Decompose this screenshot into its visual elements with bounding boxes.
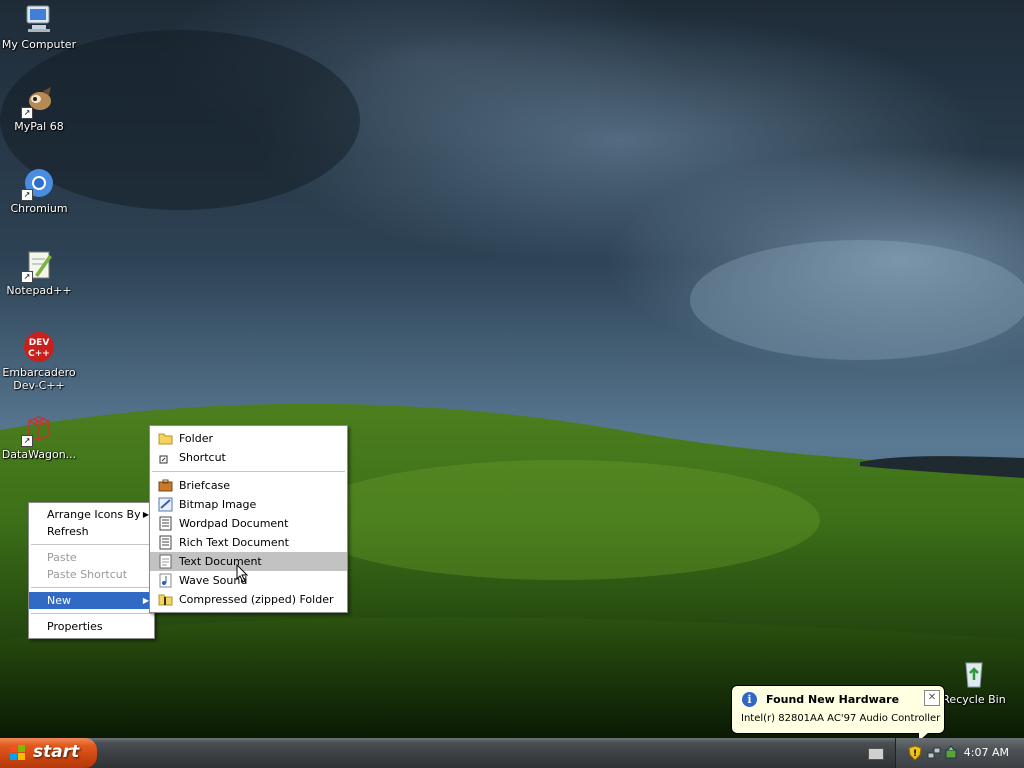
menu-item-label: Paste Shortcut <box>47 568 128 581</box>
balloon-close-button[interactable]: ✕ <box>924 690 940 706</box>
menu-item-label: Shortcut <box>179 451 226 464</box>
menu-item-label: Refresh <box>47 525 89 538</box>
desktop-icon-devcpp[interactable]: DEV C++ Embarcadero Dev-C++ <box>0 331 79 392</box>
mypal-browser-icon: ↗ <box>21 85 55 119</box>
desktop-icon-chromium[interactable]: ↗ Chromium <box>0 167 79 215</box>
menu-item-refresh[interactable]: Refresh <box>29 523 154 540</box>
chromium-icon: ↗ <box>21 167 55 201</box>
shortcut-arrow-icon: ↗ <box>21 435 33 447</box>
new-item-bitmap-image[interactable]: Bitmap Image <box>150 495 347 514</box>
desktop-icon-mypal[interactable]: ↗ MyPal 68 <box>0 85 79 133</box>
desktop-icon-datawagon[interactable]: ↗ DataWagon... <box>0 413 79 461</box>
shortcut-icon <box>158 450 173 465</box>
new-item-folder[interactable]: Folder <box>150 429 347 448</box>
keyboard-language-icon[interactable] <box>868 748 884 760</box>
wave-sound-icon <box>158 573 173 588</box>
network-icon[interactable] <box>927 746 941 760</box>
menu-item-label: Briefcase <box>179 479 231 492</box>
balloon-title: Found New Hardware <box>766 693 900 706</box>
start-button[interactable]: start <box>0 738 97 768</box>
folder-icon <box>158 431 173 446</box>
desktop-icon-label: Notepad++ <box>6 284 72 297</box>
devcpp-icon: DEV C++ <box>23 331 55 363</box>
new-item-rich-text-document[interactable]: Rich Text Document <box>150 533 347 552</box>
balloon-message: Intel(r) 82801AA AC'97 Audio Controller <box>741 713 941 724</box>
desktop-icon-my-computer[interactable]: My Computer <box>0 3 79 51</box>
menu-item-new[interactable]: New ▶ <box>29 592 154 609</box>
desktop-icon-label: Embarcadero Dev-C++ <box>2 366 76 392</box>
windows-logo-icon <box>10 745 26 761</box>
svg-text:C++: C++ <box>28 349 50 359</box>
menu-separator <box>31 544 152 545</box>
menu-item-label: Arrange Icons By <box>47 508 141 521</box>
desktop-icon-label: DataWagon... <box>1 448 77 461</box>
briefcase-icon <box>158 478 173 493</box>
menu-item-label: Bitmap Image <box>179 498 257 511</box>
menu-item-properties[interactable]: Properties <box>29 618 154 635</box>
shortcut-arrow-icon: ↗ <box>21 271 33 283</box>
menu-item-label: Properties <box>47 620 103 633</box>
menu-item-label: New <box>47 594 71 607</box>
new-item-compressed-folder[interactable]: Compressed (zipped) Folder <box>150 590 347 609</box>
computer-icon <box>23 3 55 35</box>
notepad-plus-plus-icon: ↗ <box>21 249 55 283</box>
desktop-icon-label: Chromium <box>10 202 68 215</box>
clock[interactable]: 4:07 AM <box>964 746 1009 759</box>
desktop-icon-label: MyPal 68 <box>14 120 64 133</box>
zip-folder-icon <box>158 592 173 607</box>
info-icon: i <box>742 692 757 707</box>
menu-item-paste: Paste <box>29 549 154 566</box>
menu-item-label: Rich Text Document <box>179 536 289 549</box>
menu-separator <box>31 587 152 588</box>
new-item-shortcut[interactable]: Shortcut <box>150 448 347 467</box>
rich-text-icon <box>158 535 173 550</box>
hardware-notification-balloon[interactable]: i Found New Hardware ✕ Intel(r) 82801AA … <box>731 685 945 743</box>
menu-item-label: Paste <box>47 551 77 564</box>
desktop-icon-notepad-plus-plus[interactable]: ↗ Notepad++ <box>0 249 79 297</box>
system-tray: ! 4:07 AM <box>895 738 1024 768</box>
new-item-wordpad-document[interactable]: Wordpad Document <box>150 514 347 533</box>
svg-text:DEV: DEV <box>29 338 50 348</box>
menu-separator <box>31 613 152 614</box>
text-document-icon <box>158 554 173 569</box>
menu-item-label: Folder <box>179 432 213 445</box>
recycle-bin-icon <box>958 658 990 690</box>
desktop-icon-label: Recycle Bin <box>942 693 1006 706</box>
security-shield-icon[interactable]: ! <box>908 745 922 761</box>
shortcut-arrow-icon: ↗ <box>21 189 33 201</box>
new-item-briefcase[interactable]: Briefcase <box>150 476 347 495</box>
menu-item-label: Compressed (zipped) Folder <box>179 593 334 606</box>
desktop-icon-recycle-bin[interactable]: Recycle Bin <box>934 658 1014 706</box>
start-label: start <box>33 742 80 762</box>
menu-item-arrange-icons-by[interactable]: Arrange Icons By ▶ <box>29 506 154 523</box>
taskbar: start ! 4:07 AM <box>0 738 1024 768</box>
new-submenu: Folder Shortcut Briefcase Bitmap Image W… <box>149 425 348 613</box>
desktop-icon-label: My Computer <box>1 38 77 51</box>
svg-text:!: ! <box>913 749 917 759</box>
menu-separator <box>152 471 345 472</box>
hardware-device-icon[interactable] <box>944 745 958 761</box>
wordpad-icon <box>158 516 173 531</box>
shortcut-arrow-icon: ↗ <box>21 107 33 119</box>
bitmap-icon <box>158 497 173 512</box>
menu-item-paste-shortcut: Paste Shortcut <box>29 566 154 583</box>
mouse-cursor-icon <box>236 564 249 583</box>
desktop-context-menu: Arrange Icons By ▶ Refresh Paste Paste S… <box>28 502 155 639</box>
menu-item-label: Wordpad Document <box>179 517 289 530</box>
datawagon-icon: ↗ <box>21 413 55 447</box>
